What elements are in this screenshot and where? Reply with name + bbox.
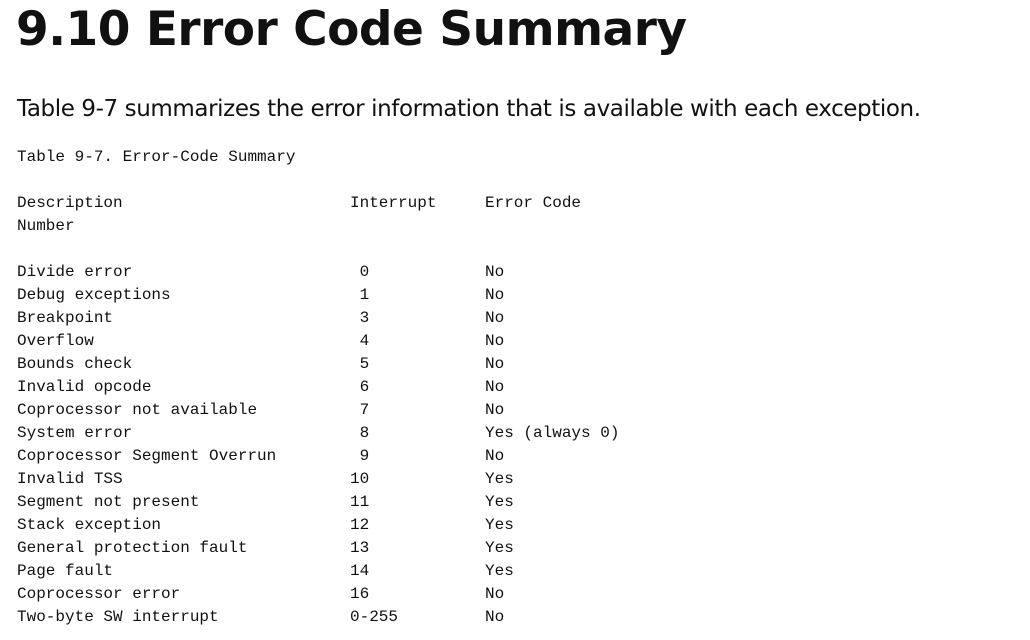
cell-interrupt: 9 (350, 445, 370, 468)
cell-error-code: Yes (485, 562, 514, 580)
interrupt-number: 1 (359, 286, 370, 304)
header-interrupt: Interrupt (350, 194, 437, 212)
interrupt-number: 16 (350, 585, 370, 603)
section-heading: 9.10 Error Code Summary (16, 2, 687, 57)
interrupt-number: 13 (350, 539, 370, 557)
cell-description: Bounds check (17, 355, 133, 373)
cell-interrupt: 0 (350, 261, 370, 284)
interrupt-number: 8 (359, 424, 370, 442)
cell-error-code: No (485, 263, 505, 281)
cell-description: Coprocessor not available (17, 401, 258, 419)
table-header-row: Description Interrupt Error Code (0, 192, 1030, 215)
cell-error-code: No (485, 378, 505, 396)
cell-interrupt: 1 (350, 284, 370, 307)
cell-description: Two-byte SW interrupt (17, 608, 219, 626)
cell-interrupt: 8 (350, 422, 370, 445)
cell-description: Invalid opcode (17, 378, 152, 396)
cell-error-code: No (485, 585, 505, 603)
interrupt-number: 6 (359, 378, 370, 396)
table-row: Invalid TSS 10 Yes (0, 468, 1030, 491)
cell-interrupt: 4 (350, 330, 370, 353)
cell-error-code: Yes (always 0) (485, 424, 620, 442)
header-number: Number (17, 217, 75, 235)
cell-error-code: Yes (485, 470, 514, 488)
cell-description: Page fault (17, 562, 114, 580)
table-row: Coprocessor Segment Overrun 9 No (0, 445, 1030, 468)
cell-interrupt: 10 (350, 468, 369, 491)
cell-error-code: Yes (485, 493, 514, 511)
table-row: General protection fault 13 Yes (0, 537, 1030, 560)
cell-description: Stack exception (17, 516, 162, 534)
header-error-code: Error Code (485, 194, 582, 212)
cell-description: Coprocessor Segment Overrun (17, 447, 277, 465)
interrupt-number: 7 (359, 401, 370, 419)
cell-interrupt: 6 (350, 376, 370, 399)
cell-error-code: No (485, 332, 505, 350)
cell-description: Overflow (17, 332, 94, 350)
cell-interrupt: 13 (350, 537, 369, 560)
cell-error-code: Yes (485, 516, 514, 534)
cell-interrupt: 0-255 (350, 606, 398, 629)
interrupt-number: 5 (359, 355, 370, 373)
cell-description: Breakpoint (17, 309, 114, 327)
cell-error-code: No (485, 309, 505, 327)
cell-interrupt: 14 (350, 560, 369, 583)
cell-description: General protection fault (17, 539, 248, 557)
table-row: Overflow 4 No (0, 330, 1030, 353)
intro-paragraph: Table 9-7 summarizes the error informati… (17, 96, 921, 122)
interrupt-number: 9 (359, 447, 370, 465)
table-row: Coprocessor error 16 No (0, 583, 1030, 606)
cell-error-code: No (485, 447, 505, 465)
table-row: Divide error 0 No (0, 261, 1030, 284)
table-row: Stack exception 12 Yes (0, 514, 1030, 537)
interrupt-number: 11 (350, 493, 370, 511)
interrupt-number: 0 (359, 263, 370, 281)
cell-description: Debug exceptions (17, 286, 171, 304)
table-row: Coprocessor not available 7 No (0, 399, 1030, 422)
table-caption: Table 9-7. Error-Code Summary (17, 148, 296, 166)
cell-interrupt: 12 (350, 514, 369, 537)
cell-interrupt: 3 (350, 307, 370, 330)
interrupt-number: 4 (359, 332, 370, 350)
cell-description: Invalid TSS (17, 470, 123, 488)
cell-description: System error (17, 424, 133, 442)
interrupt-number: 14 (350, 562, 370, 580)
table-row: Breakpoint 3 No (0, 307, 1030, 330)
interrupt-number: 0-255 (350, 608, 399, 626)
table-row: Invalid opcode 6 No (0, 376, 1030, 399)
table-row: System error 8 Yes (always 0) (0, 422, 1030, 445)
header-description: Description (17, 194, 123, 212)
cell-error-code: No (485, 401, 505, 419)
cell-description: Coprocessor error (17, 585, 181, 603)
cell-description: Segment not present (17, 493, 200, 511)
cell-error-code: Yes (485, 539, 514, 557)
interrupt-number: 10 (350, 470, 370, 488)
interrupt-number: 3 (359, 309, 370, 327)
table-row: Segment not present 11 Yes (0, 491, 1030, 514)
cell-error-code: No (485, 355, 505, 373)
cell-interrupt: 5 (350, 353, 370, 376)
table-row: Bounds check 5 No (0, 353, 1030, 376)
cell-interrupt: 11 (350, 491, 369, 514)
cell-interrupt: 16 (350, 583, 369, 606)
table-row: Debug exceptions 1 No (0, 284, 1030, 307)
cell-description: Divide error (17, 263, 133, 281)
table-row: Two-byte SW interrupt 0-255 No (0, 606, 1030, 629)
interrupt-number: 12 (350, 516, 370, 534)
cell-interrupt: 7 (350, 399, 370, 422)
table-header-row-2: Number (0, 215, 1030, 238)
cell-error-code: No (485, 286, 505, 304)
table-row: Page fault 14 Yes (0, 560, 1030, 583)
cell-error-code: No (485, 608, 505, 626)
